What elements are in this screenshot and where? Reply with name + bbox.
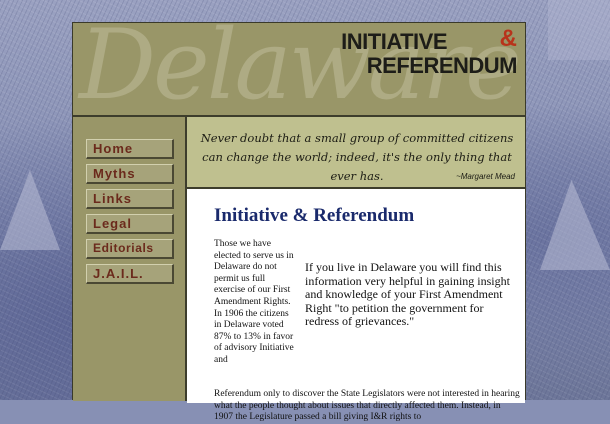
nav-editorials-button[interactable]: Editorials (86, 239, 174, 259)
nav-links-button[interactable]: Links (86, 189, 174, 209)
sidebar: Home Myths Links Legal Editorials J.A.I.… (73, 117, 187, 401)
nav-jail-button[interactable]: J.A.I.L. (86, 264, 174, 284)
nav-myths-button[interactable]: Myths (86, 164, 174, 184)
background-tent (548, 0, 610, 60)
page-title: Initiative & Referendum (214, 205, 415, 226)
nav-home-button[interactable]: Home (86, 139, 174, 159)
site-banner: Delaware INITIATIVE & REFERENDUM (73, 23, 525, 117)
page-container: Delaware INITIATIVE & REFERENDUM Home My… (72, 22, 526, 422)
banner-title-line2: REFERENDUM (366, 53, 518, 78)
nav-legal-button[interactable]: Legal (86, 214, 174, 234)
intro-paragraph: Those we have elected to serve us in Del… (214, 239, 294, 365)
main-content: Initiative & Referendum Those we have el… (187, 191, 525, 422)
main-nav: Home Myths Links Legal Editorials J.A.I.… (86, 139, 174, 289)
background-tent (0, 170, 60, 250)
background-tent (540, 180, 610, 270)
body-paragraph: Referendum only to discover the State Le… (214, 389, 520, 423)
callout-paragraph: If you live in Delaware you will find th… (305, 260, 510, 328)
banner-ampersand: & (499, 25, 517, 52)
quote-box: Never doubt that a small group of commit… (187, 117, 525, 189)
quote-author: ~Margaret Mead (456, 172, 515, 181)
banner-title-line1: INITIATIVE (341, 29, 447, 54)
